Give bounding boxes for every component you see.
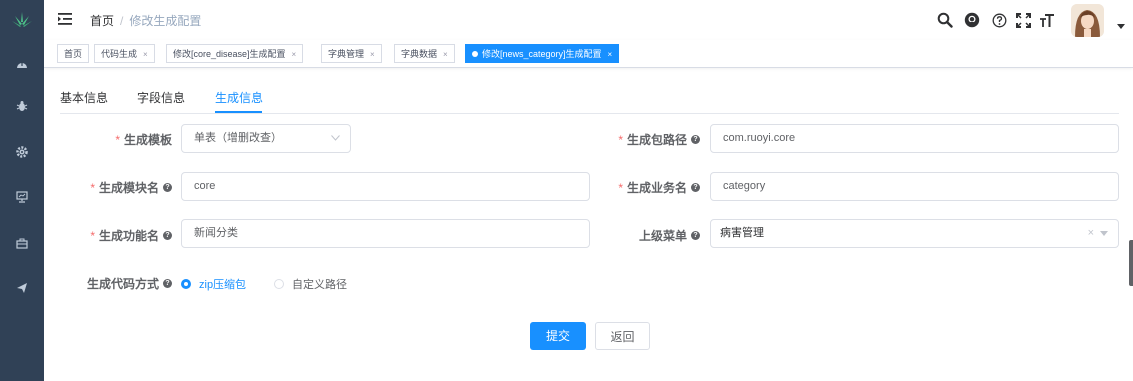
tags-view: 首页 代码生成 × 修改[core_disease]生成配置 × 字典管理 × 字典数… [44,40,1133,68]
parent-menu-label-text: 上级菜单 [638,229,687,243]
chevron-down-icon [331,125,340,152]
package-name-input[interactable]: com.ruoyi.core [710,124,1119,153]
required-mark: * [90,181,95,195]
tpl-category-select[interactable]: 单表（增删改查） [181,124,351,153]
form-tabs: 基本信息 字段信息 生成信息 [60,85,1119,114]
required-mark: * [618,133,623,147]
tag-core-disease-config[interactable]: 修改[core_disease]生成配置 × [166,44,304,63]
tpl-category-value: 单表（增删改查） [194,132,282,144]
tag-label: 首页 [64,49,83,59]
package-name-value: com.ruoyi.core [723,132,796,144]
breadcrumb-separator: / [120,14,124,28]
tag-label: 修改[core_disease]生成配置 [173,49,286,59]
business-name-input[interactable]: category [710,172,1119,201]
parent-menu-label: 上级菜单? [639,227,700,244]
tab-column-info[interactable]: 字段信息 [137,89,185,106]
package-name-label: * 生成包路径? [618,131,700,148]
tag-dict-management[interactable]: 字典管理 × [321,44,382,63]
tab-gen-info[interactable]: 生成信息 [215,89,263,106]
send-icon[interactable] [0,274,44,302]
tag-home[interactable]: 首页 [57,44,90,63]
close-icon[interactable]: × [143,50,148,59]
function-name-input[interactable]: 新闻分类 [181,219,590,248]
function-name-value: 新闻分类 [194,227,238,239]
logo-icon[interactable] [0,0,44,40]
dashboard-icon[interactable] [0,50,44,78]
tag-label: 代码生成 [101,49,138,59]
business-name-value: category [723,180,766,192]
tab-basic-info[interactable]: 基本信息 [60,89,108,106]
search-icon[interactable] [935,10,955,30]
function-name-label: * 生成功能名? [90,227,172,244]
question-icon[interactable] [989,10,1009,30]
radio-unchecked-icon [274,279,284,289]
parent-menu-value: 病害管理 [720,227,764,239]
help-icon[interactable]: ? [691,183,700,193]
package-name-label-text: 生成包路径 [626,133,687,147]
help-icon[interactable]: ? [163,183,172,193]
help-icon[interactable]: ? [691,231,700,241]
gen-type-custom-radio[interactable]: 自定义路径 [274,276,347,292]
toolbox-icon[interactable] [0,229,44,257]
gear-icon[interactable] [0,138,44,166]
tag-label: 字典数据 [401,49,438,59]
module-name-input[interactable]: core [181,172,590,201]
gen-type-zip-label: zip压缩包 [199,279,247,291]
required-mark: * [115,133,120,147]
breadcrumb-home[interactable]: 首页 [90,14,114,28]
hamburger-icon[interactable] [57,11,73,27]
radio-checked-icon [181,279,191,289]
close-icon[interactable]: × [292,50,297,59]
gen-type-zip-radio[interactable]: zip压缩包 [181,276,246,292]
help-icon[interactable]: ? [691,135,700,145]
caret-down-icon [1100,220,1108,247]
help-icon[interactable]: ? [163,231,172,241]
fullscreen-icon[interactable] [1013,10,1033,30]
active-tab-indicator [215,111,262,113]
navbar: 首页 / 修改生成配置 [44,0,1133,40]
required-mark: * [618,181,623,195]
tag-dict-data[interactable]: 字典数据 × [394,44,455,63]
right-menu [913,0,1133,40]
close-icon[interactable]: × [443,50,448,59]
tpl-category-label: * 生成模板 [115,131,172,148]
tag-code-gen[interactable]: 代码生成 × [94,44,155,63]
clear-icon[interactable]: × [1088,220,1094,247]
breadcrumb: 首页 / 修改生成配置 [90,12,201,29]
gen-type-label: 生成代码方式? [87,275,172,292]
monitor-icon[interactable] [0,183,44,211]
tag-news-category-config[interactable]: 修改[news_category]生成配置 × [465,44,620,63]
sidebar [0,0,44,381]
parent-menu-select[interactable]: 病害管理 × [710,219,1119,248]
submit-button[interactable]: 提交 [530,322,586,350]
caret-down-icon[interactable] [1116,22,1126,32]
avatar[interactable] [1071,4,1104,37]
active-dot-icon [472,50,478,57]
required-mark: * [90,229,95,243]
module-name-value: core [194,180,216,192]
github-icon[interactable] [962,10,982,30]
tpl-category-label-text: 生成模板 [123,133,172,147]
business-name-label: * 生成业务名? [618,179,700,196]
back-button[interactable]: 返回 [595,322,650,350]
gen-type-label-text: 生成代码方式 [86,277,159,291]
scroll-handle[interactable] [1129,240,1133,286]
module-name-label-text: 生成模块名 [98,181,159,195]
close-icon[interactable]: × [608,50,613,59]
breadcrumb-current: 修改生成配置 [129,14,202,28]
module-name-label: * 生成模块名? [90,179,172,196]
font-size-icon[interactable] [1037,10,1057,30]
business-name-label-text: 生成业务名 [626,181,687,195]
function-name-label-text: 生成功能名 [98,229,159,243]
bug-icon[interactable] [0,92,44,120]
tag-label: 修改[news_category]生成配置 [482,49,602,59]
help-icon[interactable]: ? [163,279,172,289]
tag-label: 字典管理 [328,49,365,59]
gen-type-custom-label: 自定义路径 [292,279,347,291]
close-icon[interactable]: × [370,50,375,59]
